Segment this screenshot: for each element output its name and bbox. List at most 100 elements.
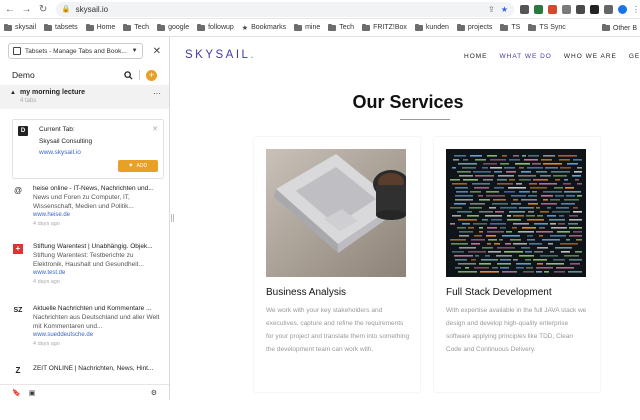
current-tab-url[interactable]: www.skysail.io (39, 149, 81, 156)
tab-age: 4 days ago (33, 279, 60, 285)
folder-icon (197, 25, 205, 31)
forward-icon[interactable]: → (20, 2, 34, 16)
bookmark-item[interactable]: Tech (328, 24, 354, 31)
tab-title[interactable]: ZEIT ONLINE | Nachrichten, News, Hint... (33, 365, 163, 372)
bookmark-item[interactable]: Tech (123, 24, 149, 31)
tab-title[interactable]: Aktuelle Nachrichten und Kommentare ... (33, 305, 163, 312)
extension-icon[interactable] (548, 5, 557, 14)
search-icon[interactable] (124, 71, 133, 80)
extension-icon[interactable] (534, 5, 543, 14)
folder-icon (294, 25, 302, 31)
code-screen-photo (446, 149, 586, 277)
resize-handle[interactable] (171, 214, 174, 222)
chevron-down-icon: ▼ (132, 48, 138, 54)
bookmark-label: FRITZ!Box (373, 24, 407, 31)
site-favicon-icon: D (18, 126, 28, 136)
folder-icon (86, 25, 94, 31)
share-icon[interactable]: ⇪ (488, 5, 495, 14)
nav-link[interactable]: GET IN (629, 53, 640, 60)
profile-avatar[interactable] (618, 5, 627, 14)
tab-title[interactable]: Stiftung Warentest | Unabhängig. Objek..… (33, 243, 163, 250)
close-icon[interactable]: ✕ (152, 125, 158, 133)
extension-selector[interactable]: Tabsets - Manage Tabs and Book... ▼ (8, 43, 143, 59)
bookmark-label: Bookmarks (251, 24, 286, 31)
current-tab-card: D Current Tab: Skysail Consulting www.sk… (12, 119, 164, 179)
folder-icon (328, 25, 336, 31)
folder-icon (602, 25, 610, 31)
extension-icon[interactable] (576, 5, 585, 14)
side-panel-icon[interactable] (604, 5, 613, 14)
bookmark-star-icon[interactable]: ★ (501, 5, 508, 14)
bookmark-item[interactable]: tabsets (44, 24, 78, 31)
bookmark-item[interactable]: FRITZ!Box (362, 24, 407, 31)
bookmark-item[interactable]: google (157, 24, 189, 31)
close-icon[interactable]: ✕ (153, 46, 161, 57)
reload-icon[interactable]: ↻ (36, 2, 50, 16)
site-logo[interactable]: SKYSAIL. (185, 49, 256, 61)
bookmark-label: TS (511, 24, 520, 31)
gear-icon[interactable]: ⚙ (151, 389, 157, 397)
bookmark-item[interactable]: kunden (415, 24, 449, 31)
bookmark-label: mine (305, 24, 320, 31)
tab-group-title: my morning lecture (20, 89, 85, 96)
other-bookmarks-label: Other B (613, 25, 637, 32)
menu-kebab-icon[interactable]: ⋮ (632, 5, 640, 14)
bookmark-item[interactable]: followup (197, 24, 234, 31)
bookmark-item[interactable]: TS (500, 24, 520, 31)
back-icon[interactable]: ← (3, 2, 17, 16)
bookmark-item[interactable]: skysail (4, 24, 36, 31)
site-favicon-icon: Z (13, 366, 23, 376)
website-content: SKYSAIL. HOMEWHAT WE DOWHO WE AREGET IN … (176, 37, 640, 400)
other-bookmarks[interactable]: Other B (599, 19, 640, 37)
folder-icon (157, 25, 165, 31)
bookmark-label: google (168, 24, 189, 31)
bookmark-label: Tech (134, 24, 149, 31)
sidebar-icon[interactable]: ▣ (29, 389, 36, 397)
extension-icon[interactable] (562, 5, 571, 14)
current-tab-title: Skysail Consulting (39, 138, 92, 145)
folder-icon (362, 25, 370, 31)
list-item[interactable]: SZAktuelle Nachrichten und Kommentare ..… (0, 302, 169, 360)
tab-group-header[interactable]: ▲ my morning lecture 4 tabs ··· (0, 85, 169, 109)
list-item[interactable]: + Stiftung Warentest | Unabhängig. Objek.… (0, 240, 169, 298)
bookmark-item[interactable]: ★Bookmarks (242, 24, 286, 32)
folder-icon (415, 25, 423, 31)
bookmark-item[interactable]: mine (294, 24, 320, 31)
bookmark-icon[interactable]: 🔖 (12, 389, 21, 397)
site-favicon-icon: + (13, 244, 23, 254)
tabset-name[interactable]: Demo (12, 70, 35, 80)
tabsets-logo-icon (13, 47, 21, 55)
bookmark-item[interactable]: projects (457, 24, 493, 31)
nav-link[interactable]: WHO WE ARE (564, 53, 617, 60)
list-item[interactable]: @heise online - IT-News, Nachrichten und… (0, 182, 169, 240)
add-tabset-icon[interactable]: + (146, 70, 157, 81)
bookmark-item[interactable]: Home (86, 24, 116, 31)
add-tab-button[interactable]: ♥ ADD (118, 160, 158, 172)
folder-icon (457, 25, 465, 31)
service-description: We work with your key stakeholders and e… (266, 304, 410, 356)
lock-icon: 🔒 (62, 5, 71, 13)
bookmark-label: projects (468, 24, 493, 31)
tabsets-side-panel: Tabsets - Manage Tabs and Book... ▼ ✕ De… (0, 37, 170, 400)
bookmark-label: Tech (339, 24, 354, 31)
more-options-icon[interactable]: ··· (153, 89, 161, 98)
extensions-puzzle-icon[interactable] (590, 5, 599, 14)
bookmark-item[interactable]: TS Sync (528, 24, 565, 31)
nav-link[interactable]: WHAT WE DO (500, 53, 552, 60)
page-heading: Our Services (176, 92, 640, 113)
folder-icon (44, 25, 52, 31)
tab-group-count: 4 tabs (20, 98, 85, 104)
tab-url[interactable]: www.test.de (33, 270, 65, 276)
laptop-photo (266, 149, 406, 277)
add-button-label: ADD (137, 163, 148, 169)
folder-icon (500, 25, 508, 31)
address-bar[interactable]: 🔒 skysail.io ⇪ ★ (56, 2, 514, 17)
tab-url[interactable]: www.heise.de (33, 212, 70, 218)
tab-url[interactable]: www.sueddeutsche.de (33, 332, 93, 338)
nav-link[interactable]: HOME (464, 53, 488, 60)
tab-title[interactable]: heise online - IT-News, Nachrichten und.… (33, 185, 163, 192)
extension-selector-label: Tabsets - Manage Tabs and Book... (25, 48, 127, 55)
extension-icon[interactable] (520, 5, 529, 14)
extensions-row: ⋮ (520, 5, 640, 14)
collapse-triangle-icon[interactable]: ▲ (10, 90, 16, 96)
